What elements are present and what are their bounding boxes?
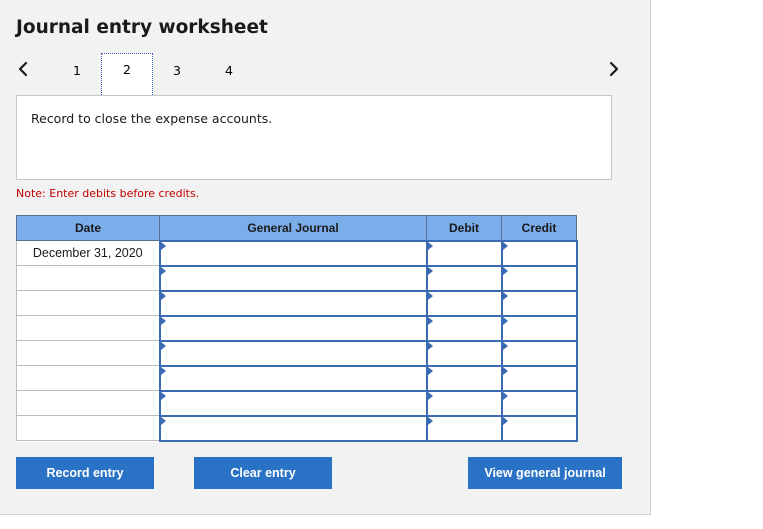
- triangle-right-icon: [427, 291, 433, 300]
- triangle-right-icon: [502, 391, 508, 400]
- triangle-right-icon: [502, 266, 508, 275]
- view-general-journal-button[interactable]: View general journal: [468, 457, 622, 489]
- credit-input[interactable]: [500, 239, 578, 267]
- date-cell: December 31, 2020: [16, 240, 160, 266]
- date-cell[interactable]: [16, 290, 160, 316]
- date-cell[interactable]: [16, 315, 160, 341]
- general-journal-input[interactable]: [158, 264, 428, 292]
- triangle-right-icon: [160, 391, 166, 400]
- date-cell[interactable]: [16, 340, 160, 366]
- triangle-right-icon: [502, 341, 508, 350]
- debit-input[interactable]: [425, 264, 503, 292]
- triangle-right-icon: [160, 266, 166, 275]
- debit-input[interactable]: [425, 364, 503, 392]
- triangle-right-icon: [160, 366, 166, 375]
- triangle-right-icon: [502, 366, 508, 375]
- date-cell[interactable]: [16, 390, 160, 416]
- header-debit: Debit: [426, 215, 502, 241]
- credit-input[interactable]: [500, 314, 578, 342]
- table-row: [16, 364, 578, 392]
- header-general-journal: General Journal: [159, 215, 427, 241]
- general-journal-input[interactable]: [158, 364, 428, 392]
- triangle-right-icon: [427, 391, 433, 400]
- header-date: Date: [16, 215, 160, 241]
- clear-entry-button[interactable]: Clear entry: [194, 457, 332, 489]
- triangle-right-icon: [160, 416, 166, 425]
- triangle-right-icon: [160, 291, 166, 300]
- step-label: 4: [225, 62, 233, 78]
- general-journal-input[interactable]: [158, 414, 428, 442]
- triangle-right-icon: [160, 316, 166, 325]
- triangle-right-icon: [427, 316, 433, 325]
- debit-input[interactable]: [425, 339, 503, 367]
- triangle-right-icon: [427, 416, 433, 425]
- debit-input[interactable]: [425, 239, 503, 267]
- credit-input[interactable]: [500, 414, 578, 442]
- date-cell[interactable]: [16, 365, 160, 391]
- worksheet-panel: Journal entry worksheet 1 2 3 4 Record t…: [0, 0, 651, 515]
- general-journal-input[interactable]: [158, 239, 428, 267]
- date-cell[interactable]: [16, 415, 160, 441]
- instruction-text: Record to close the expense accounts.: [31, 111, 273, 126]
- triangle-right-icon: [502, 316, 508, 325]
- table-row: [16, 264, 578, 292]
- triangle-right-icon: [160, 341, 166, 350]
- table-row: December 31, 2020: [16, 239, 578, 267]
- general-journal-input[interactable]: [158, 389, 428, 417]
- debit-input[interactable]: [425, 289, 503, 317]
- credit-input[interactable]: [500, 264, 578, 292]
- step-tab-4[interactable]: 4: [218, 50, 240, 90]
- credit-input[interactable]: [500, 389, 578, 417]
- table-row: [16, 414, 578, 442]
- debit-input[interactable]: [425, 314, 503, 342]
- step-label: 2: [123, 61, 131, 77]
- triangle-right-icon: [427, 341, 433, 350]
- prev-step-button[interactable]: [13, 58, 33, 80]
- step-label: 1: [73, 62, 81, 78]
- triangle-right-icon: [427, 241, 433, 250]
- page-title: Journal entry worksheet: [16, 17, 268, 38]
- record-entry-button[interactable]: Record entry: [16, 457, 154, 489]
- journal-table: Date General Journal Debit Credit Decemb…: [16, 215, 578, 442]
- triangle-right-icon: [427, 266, 433, 275]
- step-label: 3: [173, 62, 181, 78]
- chevron-left-icon: [18, 61, 28, 77]
- table-row: [16, 339, 578, 367]
- credit-input[interactable]: [500, 364, 578, 392]
- header-credit: Credit: [501, 215, 577, 241]
- next-step-button[interactable]: [604, 58, 624, 80]
- step-tab-2-active[interactable]: 2: [101, 53, 153, 99]
- table-header-row: Date General Journal Debit Credit: [16, 215, 577, 241]
- note-text: Note: Enter debits before credits.: [16, 187, 200, 200]
- chevron-right-icon: [609, 61, 619, 77]
- credit-input[interactable]: [500, 289, 578, 317]
- credit-input[interactable]: [500, 339, 578, 367]
- general-journal-input[interactable]: [158, 314, 428, 342]
- triangle-right-icon: [502, 416, 508, 425]
- debit-input[interactable]: [425, 414, 503, 442]
- table-row: [16, 389, 578, 417]
- instruction-box: Record to close the expense accounts.: [16, 95, 612, 180]
- table-row: [16, 314, 578, 342]
- table-row: [16, 289, 578, 317]
- triangle-right-icon: [502, 241, 508, 250]
- triangle-right-icon: [502, 291, 508, 300]
- date-cell[interactable]: [16, 265, 160, 291]
- debit-input[interactable]: [425, 389, 503, 417]
- general-journal-input[interactable]: [158, 289, 428, 317]
- step-tab-3[interactable]: 3: [166, 50, 188, 90]
- general-journal-input[interactable]: [158, 339, 428, 367]
- triangle-right-icon: [160, 241, 166, 250]
- triangle-right-icon: [427, 366, 433, 375]
- step-tab-1[interactable]: 1: [66, 50, 88, 90]
